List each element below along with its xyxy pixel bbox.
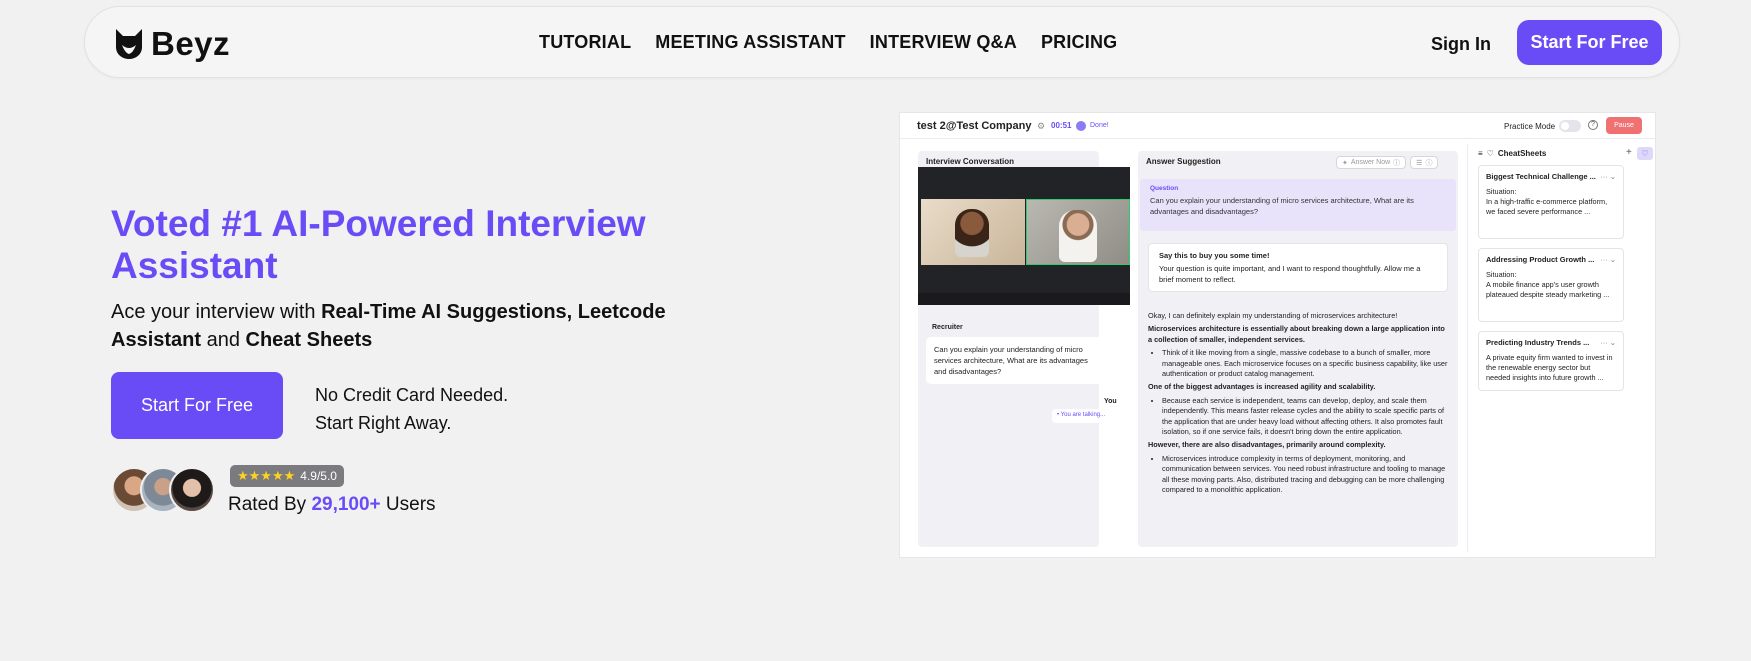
answer-point-1: Microservices architecture is essentiall… xyxy=(1148,324,1448,345)
no-credit-card-note: No Credit Card Needed. Start Right Away. xyxy=(315,381,508,437)
answer-now-label: Answer Now xyxy=(1350,159,1391,166)
more-icon: ··· ⌄ xyxy=(1600,338,1616,347)
answer-detail-3: Microservices introduce complexity in te… xyxy=(1162,454,1448,496)
more-icon: ··· ⌄ xyxy=(1600,255,1616,264)
hero-sub-prefix: Ace your interview with xyxy=(111,301,322,323)
answer-detail-2: Because each service is independent, tea… xyxy=(1162,396,1448,438)
answer-detail-1: Think of it like moving from a single, m… xyxy=(1162,348,1448,379)
menu-icon: ≡ xyxy=(1478,149,1483,158)
cheatsheet-title: Predicting Industry Trends ... xyxy=(1486,338,1590,347)
answer-toolbar: ✦ Answer Now ⓘ ☰ ⓘ xyxy=(1336,156,1439,169)
brand-name: Beyz xyxy=(151,25,231,62)
interview-conversation-pane: Interview Conversation Recruiter Can you… xyxy=(918,151,1130,547)
answer-point-3: However, there are also disadvantages, p… xyxy=(1148,440,1448,450)
stall-title: Say this to buy you some time! xyxy=(1159,251,1270,260)
sliders-icon: ☰ xyxy=(1416,159,1423,167)
avatar xyxy=(169,467,215,513)
cheatsheet-card-header: Addressing Product Growth ... ··· ⌄ xyxy=(1486,255,1616,264)
stall-text: Your question is quite important, and I … xyxy=(1159,264,1421,284)
app-preview-screenshot: test 2@Test Company ⚙ 00:51 Done! Practi… xyxy=(899,112,1656,558)
question-label: Question xyxy=(1150,185,1179,192)
rating-badge: ★★★★★ 4.9/5.0 xyxy=(230,465,344,487)
brand-logo[interactable]: Beyz xyxy=(113,25,230,63)
session-timer: 00:51 xyxy=(1051,121,1072,130)
question-text: Can you explain your understanding of mi… xyxy=(1150,196,1414,216)
video-control-bar xyxy=(918,293,1130,305)
cheatsheet-card-header: Biggest Technical Challenge ... ··· ⌄ xyxy=(1486,172,1616,181)
rating-value: 4.9/5.0 xyxy=(300,469,337,483)
cheatsheet-text: A private equity firm wanted to invest i… xyxy=(1486,353,1613,382)
cheatsheets-title: CheatSheets xyxy=(1497,149,1547,158)
you-label: You xyxy=(1104,398,1117,405)
sign-in-link[interactable]: Sign In xyxy=(1431,34,1491,55)
answer-now-button: ✦ Answer Now ⓘ xyxy=(1336,156,1407,169)
users-count: 29,100+ xyxy=(311,494,381,515)
question-box: Question Can you explain your understand… xyxy=(1140,179,1456,231)
settings-gear-icon: ⚙ xyxy=(1037,121,1046,131)
answer-point-3-text: However, there are also disadvantages, p… xyxy=(1148,440,1386,450)
nav-link-tutorial[interactable]: TUTORIAL xyxy=(539,32,631,53)
video-tile-interviewer xyxy=(1026,199,1130,265)
recruiter-message: Can you explain your understanding of mi… xyxy=(926,337,1103,384)
cheatsheet-card: Biggest Technical Challenge ... ··· ⌄ Sit… xyxy=(1478,165,1624,239)
answer-title: Answer Suggestion xyxy=(1146,157,1221,166)
fox-logo-icon xyxy=(116,29,142,59)
no-cc-line-1: No Credit Card Needed. xyxy=(315,385,509,405)
practice-mode-label: Practice Mode xyxy=(1504,122,1556,131)
rated-suffix: Users xyxy=(380,494,436,515)
typing-indicator: • You are talking... xyxy=(1052,409,1116,423)
start-for-free-nav-button[interactable]: Start For Free xyxy=(1517,20,1662,65)
nav-link-interview-qa[interactable]: INTERVIEW Q&A xyxy=(870,32,1017,53)
answer-suggestion-pane: Answer Suggestion ✦ Answer Now ⓘ ☰ ⓘ Questi… xyxy=(1138,151,1458,547)
answer-body: Okay, I can definitely explain my unders… xyxy=(1148,311,1448,499)
answer-settings-button: ☰ ⓘ xyxy=(1410,156,1439,169)
video-call-view xyxy=(918,167,1130,305)
cheatsheet-title: Biggest Technical Challenge ... xyxy=(1486,172,1596,181)
add-icon: + xyxy=(1626,147,1632,158)
cheatsheet-text: Situation: A mobile finance app's user g… xyxy=(1486,270,1610,299)
cheatsheet-card: Addressing Product Growth ... ··· ⌄ Situa… xyxy=(1478,248,1624,322)
help-icon: ⓘ xyxy=(1393,159,1401,167)
answer-point-2-text: One of the biggest advantages is increas… xyxy=(1148,382,1376,392)
hero-sub-mid: and xyxy=(201,329,246,351)
practice-mode-toggle xyxy=(1559,120,1581,132)
sparkle-icon: ✦ xyxy=(1342,159,1348,167)
answer-point-1-text: Microservices architecture is essentiall… xyxy=(1148,324,1445,344)
answer-intro: Okay, I can definitely explain my unders… xyxy=(1148,311,1398,320)
pause-button: Pause xyxy=(1606,117,1642,134)
help-icon: ? xyxy=(1588,120,1598,130)
nav-link-pricing[interactable]: PRICING xyxy=(1041,32,1117,53)
no-cc-line-2: Start Right Away. xyxy=(315,413,452,433)
top-nav: Beyz TUTORIAL MEETING ASSISTANT INTERVIE… xyxy=(84,6,1680,78)
video-tile-candidate xyxy=(921,199,1025,265)
recruiter-label: Recruiter xyxy=(932,324,963,331)
cheatsheets-pane: ≡ ♡ CheatSheets + Biggest Technical Challe… xyxy=(1467,143,1647,553)
rated-prefix: Rated By xyxy=(228,494,312,515)
answer-point-2: One of the biggest advantages is increas… xyxy=(1148,382,1448,392)
user-avatars xyxy=(111,467,221,515)
nav-links: TUTORIAL MEETING ASSISTANT INTERVIEW Q&A… xyxy=(539,32,1117,53)
cheatsheet-card: Predicting Industry Trends ... ··· ⌄ A pr… xyxy=(1478,331,1624,391)
more-icon: ··· ⌄ xyxy=(1600,172,1616,181)
rated-by-text: Rated By 29,100+ Users xyxy=(228,494,436,516)
conversation-title: Interview Conversation xyxy=(926,157,1015,166)
stall-phrase-box: Say this to buy you some time! Your ques… xyxy=(1148,243,1448,292)
hero-title: Voted #1 AI-Powered Interview Assistant xyxy=(111,203,646,286)
star-rating-icon: ★★★★★ xyxy=(237,468,296,483)
help-icon: ⓘ xyxy=(1425,159,1433,167)
hero-sub-bold-2: Cheat Sheets xyxy=(245,329,373,351)
lightbulb-icon: ♡ xyxy=(1486,149,1494,158)
status-text: Done! xyxy=(1090,122,1109,129)
lightbulb-tab-icon: ♡ xyxy=(1637,147,1653,160)
status-dot-icon xyxy=(1076,121,1086,131)
cheatsheet-text: Situation: In a high-traffic e-commerce … xyxy=(1486,187,1608,216)
cheatsheet-title: Addressing Product Growth ... xyxy=(1486,255,1595,264)
cheatsheets-header: ≡ ♡ CheatSheets xyxy=(1478,149,1546,158)
start-for-free-hero-button[interactable]: Start For Free xyxy=(111,372,283,439)
nav-link-meeting-assistant[interactable]: MEETING ASSISTANT xyxy=(655,32,845,53)
hero-subtitle: Ace your interview with Real-Time AI Sug… xyxy=(111,298,751,354)
session-title: test 2@Test Company xyxy=(917,120,1032,132)
app-top-bar: test 2@Test Company ⚙ 00:51 Done! Practi… xyxy=(900,113,1655,139)
cheatsheet-card-header: Predicting Industry Trends ... ··· ⌄ xyxy=(1486,338,1616,347)
